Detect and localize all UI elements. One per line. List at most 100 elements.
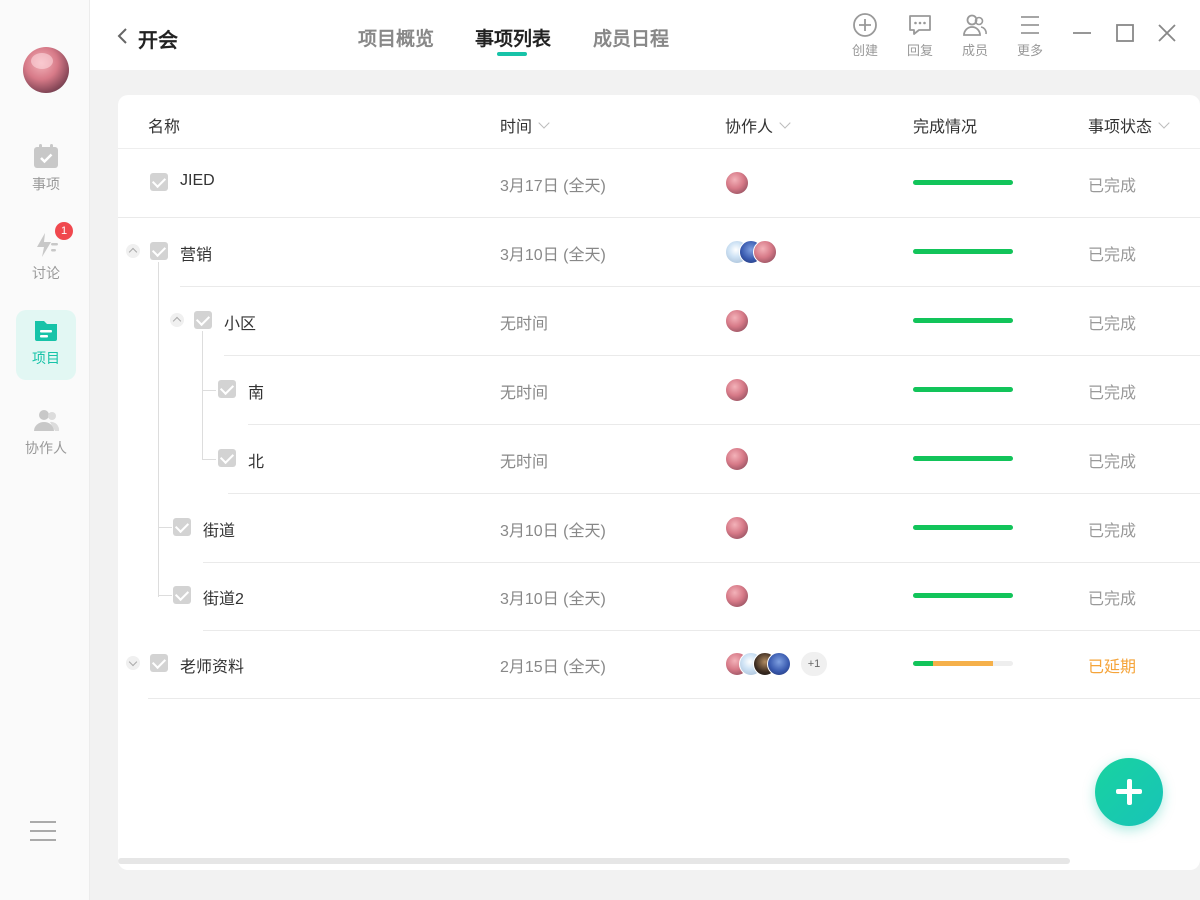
status-badge: 已完成 bbox=[1088, 247, 1137, 264]
task-time: 无时间 bbox=[500, 454, 549, 471]
members-icon bbox=[963, 14, 987, 36]
task-checkbox[interactable] bbox=[150, 242, 168, 260]
status-badge: 已延期 bbox=[1088, 659, 1137, 676]
task-checkbox[interactable] bbox=[150, 173, 168, 191]
reply-label: 回复 bbox=[906, 43, 933, 58]
avatar bbox=[767, 652, 791, 676]
table-row[interactable]: 街道 3月10日 (全天) 已完成 bbox=[118, 494, 1200, 563]
tab-overview[interactable]: 项目概览 bbox=[358, 24, 434, 51]
progress-bar bbox=[913, 180, 1013, 185]
sidebar-item-discussion[interactable]: 1 讨论 bbox=[16, 222, 76, 295]
reply-button[interactable]: 回复 bbox=[900, 12, 940, 59]
table-row[interactable]: 老师资料 2月15日 (全天) +1 已延期 bbox=[118, 630, 1200, 699]
column-name: 名称 bbox=[148, 119, 181, 136]
plus-circle-icon bbox=[853, 13, 877, 37]
progress-bar bbox=[913, 661, 1013, 666]
sidebar-item-label: 事项 bbox=[32, 176, 60, 192]
avatar bbox=[753, 240, 777, 264]
people-icon bbox=[34, 410, 60, 431]
progress-done bbox=[913, 249, 1013, 254]
sort-chevron-icon bbox=[538, 116, 550, 129]
progress-done bbox=[913, 180, 1013, 185]
sort-chevron-icon bbox=[1158, 116, 1170, 129]
back-arrow-icon[interactable] bbox=[116, 26, 130, 46]
progress-bar bbox=[913, 387, 1013, 392]
task-name: JIED bbox=[180, 172, 215, 189]
sidebar-item-label: 讨论 bbox=[32, 265, 60, 281]
avatar bbox=[725, 447, 749, 471]
table-row[interactable]: 北 无时间 已完成 bbox=[118, 425, 1200, 494]
task-time: 3月10日 (全天) bbox=[500, 247, 606, 264]
column-collaborators[interactable]: 协作人 bbox=[725, 113, 791, 137]
more-button[interactable]: 更多 bbox=[1010, 12, 1050, 59]
progress-done bbox=[913, 593, 1013, 598]
progress-done bbox=[913, 456, 1013, 461]
maximize-icon[interactable] bbox=[1114, 22, 1136, 44]
close-icon[interactable] bbox=[1156, 22, 1178, 44]
status-badge: 已完成 bbox=[1088, 316, 1137, 333]
progress-delayed bbox=[933, 661, 993, 666]
tab-member-schedule[interactable]: 成员日程 bbox=[593, 24, 669, 51]
status-badge: 已完成 bbox=[1088, 523, 1137, 540]
task-name: 小区 bbox=[224, 316, 257, 333]
create-label: 创建 bbox=[851, 43, 878, 58]
task-time: 无时间 bbox=[500, 385, 549, 402]
table-row[interactable]: 营销 3月10日 (全天) 已完成 bbox=[118, 218, 1200, 287]
add-task-button[interactable] bbox=[1095, 758, 1163, 826]
table-row[interactable]: JIED 3月17日 (全天) 已完成 bbox=[118, 149, 1200, 218]
create-button[interactable]: 创建 bbox=[845, 12, 885, 59]
column-time[interactable]: 时间 bbox=[500, 113, 550, 137]
task-checkbox[interactable] bbox=[218, 449, 236, 467]
task-name: 街道2 bbox=[203, 591, 244, 608]
task-name: 街道 bbox=[203, 523, 236, 540]
progress-bar bbox=[913, 593, 1013, 598]
more-members-badge[interactable]: +1 bbox=[801, 652, 827, 676]
sidebar-item-collaborators[interactable]: 协作人 bbox=[16, 400, 76, 470]
column-progress: 完成情况 bbox=[913, 119, 978, 136]
header: 开会 项目概览 事项列表 成员日程 创建 回复 成员 更多 bbox=[90, 0, 1200, 70]
status-badge: 已完成 bbox=[1088, 454, 1137, 471]
sidebar-item-tasks[interactable]: 事项 bbox=[16, 136, 76, 206]
task-time: 3月10日 (全天) bbox=[500, 523, 606, 540]
status-badge: 已完成 bbox=[1088, 178, 1137, 195]
table-row[interactable]: 街道2 3月10日 (全天) 已完成 bbox=[118, 562, 1200, 631]
menu-icon bbox=[1021, 16, 1039, 34]
user-avatar[interactable] bbox=[23, 47, 69, 93]
members-label: 成员 bbox=[961, 43, 988, 58]
status-badge: 已完成 bbox=[1088, 591, 1137, 608]
notification-badge: 1 bbox=[55, 222, 73, 240]
chat-icon bbox=[909, 15, 931, 35]
task-table: 名称 时间 协作人 完成情况 事项状态 JIED 3月17日 (全天) 已完成 … bbox=[118, 95, 1200, 870]
table-row[interactable]: 南 无时间 已完成 bbox=[118, 356, 1200, 425]
task-checkbox[interactable] bbox=[218, 380, 236, 398]
calendar-check-icon bbox=[34, 144, 58, 168]
sidebar-item-project[interactable]: 项目 bbox=[16, 310, 76, 380]
collapse-chevron-icon[interactable] bbox=[170, 313, 184, 327]
task-name: 老师资料 bbox=[180, 659, 245, 676]
progress-bar bbox=[913, 318, 1013, 323]
progress-done bbox=[913, 661, 933, 666]
collapse-chevron-icon[interactable] bbox=[126, 244, 140, 258]
task-checkbox[interactable] bbox=[194, 311, 212, 329]
task-checkbox[interactable] bbox=[173, 586, 191, 604]
minimize-icon[interactable] bbox=[1071, 22, 1093, 44]
sidebar-item-label: 项目 bbox=[32, 350, 60, 366]
horizontal-scrollbar[interactable] bbox=[118, 858, 1070, 864]
sidebar: 事项 1 讨论 项目 协作人 bbox=[0, 0, 90, 900]
more-label: 更多 bbox=[1016, 43, 1043, 58]
page-title: 开会 bbox=[138, 30, 178, 52]
column-status[interactable]: 事项状态 bbox=[1088, 113, 1170, 137]
task-checkbox[interactable] bbox=[173, 518, 191, 536]
table-row[interactable]: 小区 无时间 已完成 bbox=[118, 287, 1200, 356]
tab-task-list[interactable]: 事项列表 bbox=[475, 24, 551, 51]
sidebar-item-label: 协作人 bbox=[25, 440, 67, 456]
active-tab-indicator bbox=[497, 52, 527, 56]
members-button[interactable]: 成员 bbox=[955, 12, 995, 59]
progress-bar bbox=[913, 456, 1013, 461]
hamburger-menu-icon[interactable] bbox=[30, 820, 56, 842]
avatar bbox=[725, 584, 749, 608]
expand-chevron-icon[interactable] bbox=[126, 656, 140, 670]
task-time: 2月15日 (全天) bbox=[500, 659, 606, 676]
task-name: 北 bbox=[248, 454, 265, 471]
task-checkbox[interactable] bbox=[150, 654, 168, 672]
